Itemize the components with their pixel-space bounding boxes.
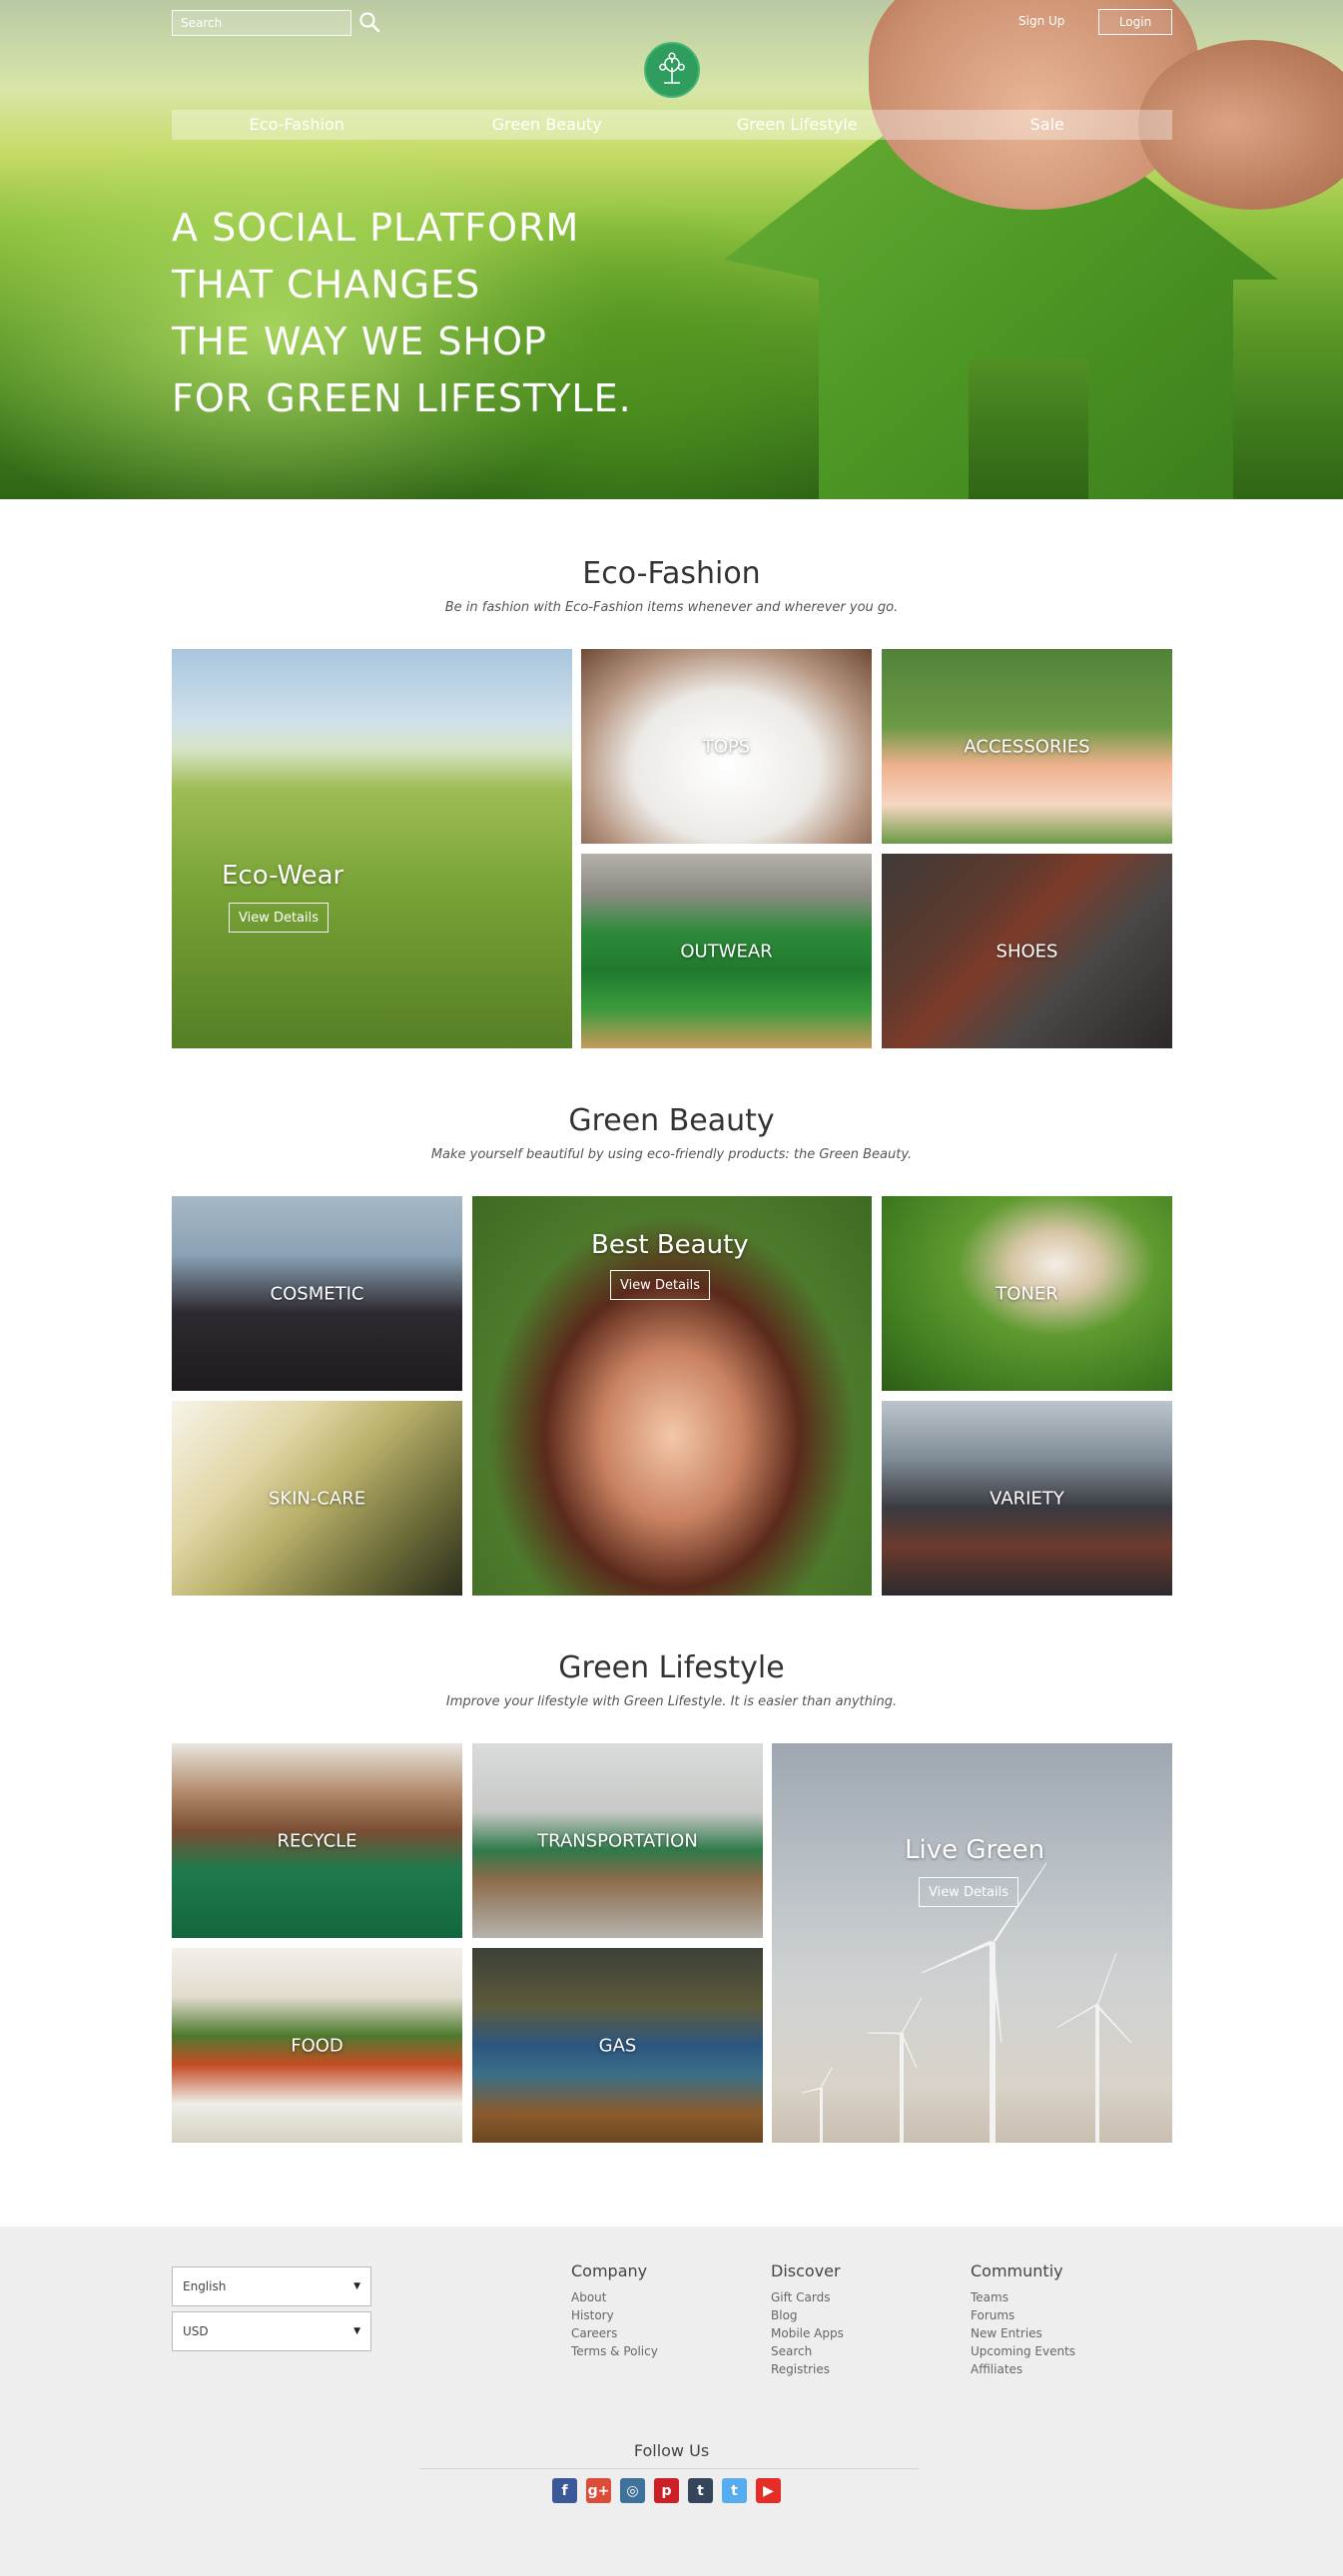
transportation-tile-label: TRANSPORTATION <box>537 1830 698 1851</box>
footer-column-title: Discover <box>771 2261 841 2280</box>
skin-care-tile[interactable]: SKIN-CARE <box>172 1401 462 1596</box>
language-select-value: English <box>183 2279 227 2293</box>
social-links: f g+ ◎ p t t ▶ <box>552 2478 781 2503</box>
cosmetic-tile[interactable]: COSMETIC <box>172 1196 462 1391</box>
footer-link-careers[interactable]: Careers <box>571 2324 658 2342</box>
footer: English ▼ USD ▼ Company About History Ca… <box>0 2227 1343 2576</box>
recycle-tile[interactable]: RECYCLE <box>172 1743 462 1938</box>
outwear-tile-label: OUTWEAR <box>680 941 773 962</box>
shoes-tile-label: SHOES <box>996 941 1058 962</box>
tops-tile[interactable]: TOPS <box>581 649 872 844</box>
hero-headline-line: THE WAY WE SHOP <box>172 320 547 363</box>
footer-link-terms[interactable]: Terms & Policy <box>571 2342 658 2360</box>
login-button[interactable]: Login <box>1098 9 1172 35</box>
main-nav: Eco-Fashion Green Beauty Green Lifestyle… <box>172 110 1172 140</box>
footer-link-teams[interactable]: Teams <box>971 2288 1075 2306</box>
toner-tile-label: TONER <box>996 1283 1058 1304</box>
best-beauty-title: Best Beauty <box>591 1230 749 1260</box>
green-beauty-subtitle: Make yourself beautiful by using eco-fri… <box>430 1147 913 1162</box>
nav-item-sale[interactable]: Sale <box>923 110 1173 140</box>
shoes-tile[interactable]: SHOES <box>882 854 1172 1048</box>
eco-fashion-title: Eco-Fashion <box>582 556 761 591</box>
site-logo[interactable] <box>644 42 700 98</box>
footer-column-title: Communtiy <box>971 2261 1063 2280</box>
green-beauty-title: Green Beauty <box>568 1103 775 1138</box>
best-beauty-feature-tile[interactable]: Best Beauty View Details <box>472 1196 872 1596</box>
footer-link-history[interactable]: History <box>571 2306 658 2324</box>
chevron-down-icon: ▼ <box>353 2326 360 2336</box>
youtube-icon[interactable]: ▶ <box>756 2478 781 2503</box>
pinterest-icon[interactable]: p <box>654 2478 679 2503</box>
accessories-tile-label: ACCESSORIES <box>964 736 1090 757</box>
signup-link[interactable]: Sign Up <box>1018 14 1064 28</box>
skin-care-tile-label: SKIN-CARE <box>268 1488 366 1509</box>
live-green-feature-tile[interactable]: Live Green View Details <box>772 1743 1172 2143</box>
accessories-tile[interactable]: ACCESSORIES <box>882 649 1172 844</box>
footer-link-search[interactable]: Search <box>771 2342 844 2360</box>
nav-item-eco-fashion[interactable]: Eco-Fashion <box>172 110 422 140</box>
recycle-tile-label: RECYCLE <box>277 1830 357 1851</box>
best-beauty-view-details-button[interactable]: View Details <box>610 1270 710 1300</box>
footer-column-title: Company <box>571 2261 648 2280</box>
currency-select-value: USD <box>183 2324 209 2338</box>
eco-wear-feature-tile[interactable]: Eco-Wear View Details <box>172 649 572 1048</box>
hero-headline-line: THAT CHANGES <box>172 263 481 307</box>
search-box[interactable] <box>172 10 351 36</box>
follow-us-label: Follow Us <box>633 2441 710 2460</box>
search-input[interactable] <box>181 16 350 30</box>
outwear-tile[interactable]: OUTWEAR <box>581 854 872 1048</box>
footer-link-forums[interactable]: Forums <box>971 2306 1075 2324</box>
language-select[interactable]: English ▼ <box>172 2266 371 2306</box>
footer-column-community: Communtiy Teams Forums New Entries Upcom… <box>971 2261 1075 2378</box>
footer-link-blog[interactable]: Blog <box>771 2306 844 2324</box>
currency-select[interactable]: USD ▼ <box>172 2311 371 2351</box>
footer-link-about[interactable]: About <box>571 2288 658 2306</box>
hero-headline: A SOCIAL PLATFORM THAT CHANGES THE WAY W… <box>172 200 632 427</box>
wind-turbines-image <box>801 1862 1132 2143</box>
chevron-down-icon: ▼ <box>353 2281 360 2291</box>
nav-item-green-lifestyle[interactable]: Green Lifestyle <box>672 110 923 140</box>
variety-tile[interactable]: VARIETY <box>882 1401 1172 1596</box>
footer-link-new-entries[interactable]: New Entries <box>971 2324 1075 2342</box>
hero-headline-line: A SOCIAL PLATFORM <box>172 206 580 250</box>
google-plus-icon[interactable]: g+ <box>586 2478 611 2503</box>
search-icon[interactable] <box>357 10 381 34</box>
footer-column-discover: Discover Gift Cards Blog Mobile Apps Sea… <box>771 2261 844 2378</box>
tumblr-icon[interactable]: t <box>688 2478 713 2503</box>
footer-link-gift-cards[interactable]: Gift Cards <box>771 2288 844 2306</box>
hero-banner: Sign Up Login Eco-Fashion Green Beauty G… <box>0 0 1343 499</box>
live-green-view-details-button[interactable]: View Details <box>919 1877 1018 1907</box>
instagram-icon[interactable]: ◎ <box>620 2478 645 2503</box>
toner-tile[interactable]: TONER <box>882 1196 1172 1391</box>
transportation-tile[interactable]: TRANSPORTATION <box>472 1743 763 1938</box>
eco-fashion-subtitle: Be in fashion with Eco-Fashion items whe… <box>444 600 899 615</box>
tops-tile-label: TOPS <box>702 736 751 757</box>
footer-link-registries[interactable]: Registries <box>771 2360 844 2378</box>
live-green-title: Live Green <box>905 1835 1045 1865</box>
cosmetic-tile-label: COSMETIC <box>270 1283 364 1304</box>
footer-column-company: Company About History Careers Terms & Po… <box>571 2261 658 2360</box>
food-tile[interactable]: FOOD <box>172 1948 462 2143</box>
footer-link-affiliates[interactable]: Affiliates <box>971 2360 1075 2378</box>
green-lifestyle-title: Green Lifestyle <box>558 1650 785 1685</box>
page: Sign Up Login Eco-Fashion Green Beauty G… <box>0 0 1343 2576</box>
variety-tile-label: VARIETY <box>990 1488 1064 1509</box>
twitter-icon[interactable]: t <box>722 2478 747 2503</box>
footer-link-mobile-apps[interactable]: Mobile Apps <box>771 2324 844 2342</box>
green-lifestyle-subtitle: Improve your lifestyle with Green Lifest… <box>445 1694 898 1709</box>
gas-tile[interactable]: GAS <box>472 1948 763 2143</box>
divider <box>419 2468 919 2469</box>
eco-wear-title: Eco-Wear <box>222 861 344 891</box>
food-tile-label: FOOD <box>291 2035 343 2056</box>
gas-tile-label: GAS <box>598 2035 637 2056</box>
nav-item-green-beauty[interactable]: Green Beauty <box>422 110 673 140</box>
facebook-icon[interactable]: f <box>552 2478 577 2503</box>
eco-wear-view-details-button[interactable]: View Details <box>229 903 329 933</box>
hero-headline-line: FOR GREEN LIFESTYLE. <box>172 376 632 420</box>
footer-link-upcoming-events[interactable]: Upcoming Events <box>971 2342 1075 2360</box>
